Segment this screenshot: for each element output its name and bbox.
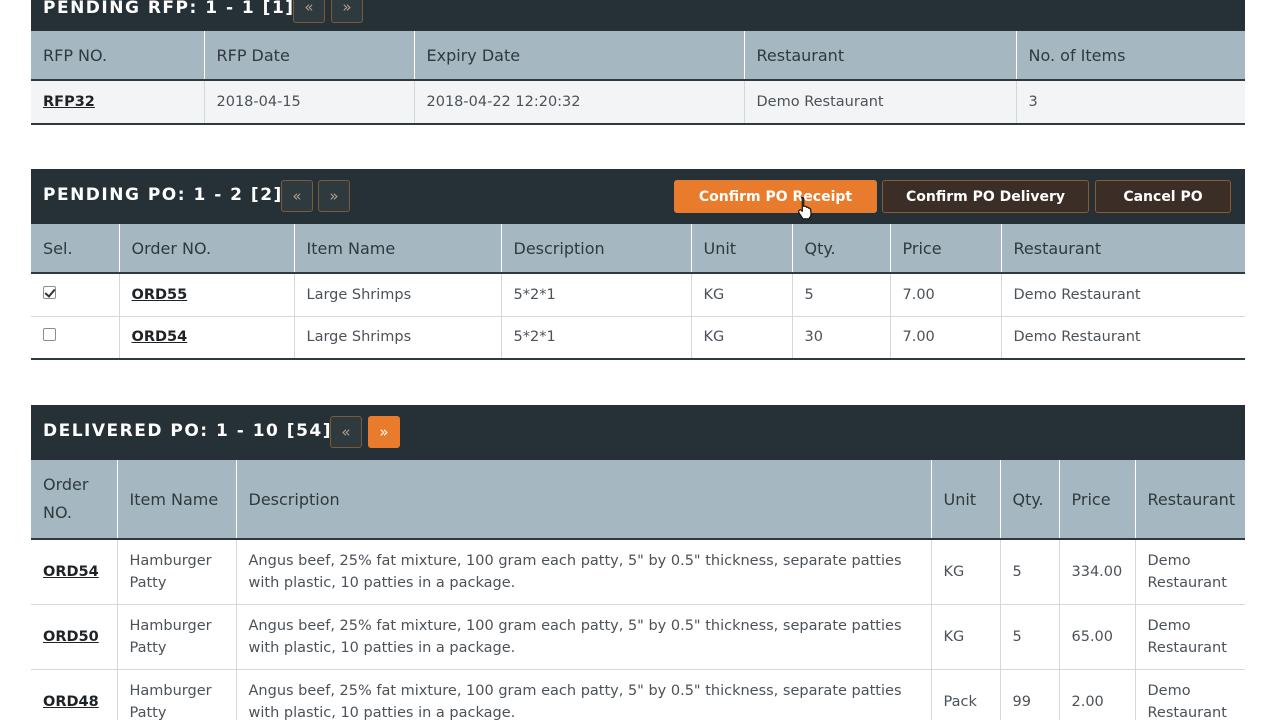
restaurant: Demo Restaurant (1135, 669, 1245, 720)
confirm-po-delivery-button[interactable]: Confirm PO Delivery (882, 180, 1089, 213)
unit: KG (931, 604, 1001, 670)
order-number-link[interactable]: ORD50 (43, 629, 99, 645)
column-header: Restaurant (1135, 460, 1245, 540)
pending-rfp-header: PENDING RFP: 1 - 1 [1] « » (31, 0, 1245, 31)
double-chevron-right-icon: » (329, 187, 339, 205)
quantity: 5 (1000, 539, 1060, 605)
item-name: Large Shrimps (294, 273, 502, 317)
column-header: Expiry Date (414, 31, 745, 81)
delivered-po-prev-button[interactable]: « (330, 416, 362, 448)
table-row: ORD54 Large Shrimps 5*2*1 KG 30 7.00 Dem… (31, 316, 1245, 360)
restaurant: Demo Restaurant (1001, 316, 1245, 360)
pending-po-next-button[interactable]: » (318, 180, 350, 212)
column-header: Qty. (792, 224, 891, 274)
item-name: Hamburger Patty (117, 669, 237, 720)
confirm-po-receipt-button[interactable]: Confirm PO Receipt (674, 180, 877, 213)
item-count: 3 (1016, 80, 1245, 125)
table-row: ORD50 Hamburger Patty Angus beef, 25% fa… (31, 604, 1245, 670)
unit: KG (691, 316, 793, 360)
item-name: Large Shrimps (294, 316, 502, 360)
pending-po-prev-button[interactable]: « (281, 180, 313, 212)
double-chevron-right-icon: » (342, 0, 352, 16)
delivered-po-next-button[interactable]: » (368, 416, 400, 448)
table-row: RFP32 2018-04-15 2018-04-22 12:20:32 Dem… (31, 80, 1245, 125)
description: Angus beef, 25% fat mixture, 100 gram ea… (236, 604, 932, 670)
column-header: Sel. (31, 224, 120, 274)
double-chevron-right-icon: » (379, 423, 389, 441)
pending-rfp-title: PENDING RFP: 1 - 1 [1] (43, 0, 295, 18)
delivered-po-header: DELIVERED PO: 1 - 10 [54] « » (31, 405, 1245, 460)
column-header: RFP NO. (31, 31, 205, 81)
restaurant: Demo Restaurant (1135, 604, 1245, 670)
column-header: No. of Items (1016, 31, 1245, 81)
column-header: Qty. (1000, 460, 1060, 540)
column-header: Restaurant (1001, 224, 1245, 274)
table-row: ORD55 Large Shrimps 5*2*1 KG 5 7.00 Demo… (31, 273, 1245, 317)
quantity: 5 (1000, 604, 1060, 670)
pending-rfp-prev-button[interactable]: « (293, 0, 325, 23)
item-name: Hamburger Patty (117, 604, 237, 670)
delivered-po-panel: DELIVERED PO: 1 - 10 [54] « » Order NO. … (31, 405, 1245, 720)
unit: Pack (931, 669, 1001, 720)
order-number-link[interactable]: ORD54 (132, 329, 188, 345)
description: 5*2*1 (501, 316, 692, 360)
pending-rfp-panel: PENDING RFP: 1 - 1 [1] « » RFP NO. RFP D… (31, 0, 1245, 125)
column-header: Item Name (117, 460, 237, 540)
column-header: Unit (931, 460, 1001, 540)
quantity: 30 (792, 316, 891, 360)
delivered-po-title: DELIVERED PO: 1 - 10 [54] (43, 421, 333, 441)
order-number-link[interactable]: ORD54 (43, 564, 99, 580)
delivered-po-table: Order NO. Item Name Description Unit Qty… (31, 460, 1245, 720)
restaurant: Demo Restaurant (1001, 273, 1245, 317)
item-name: Hamburger Patty (117, 539, 237, 605)
table-row: ORD48 Hamburger Patty Angus beef, 25% fa… (31, 669, 1245, 720)
cancel-po-button[interactable]: Cancel PO (1095, 180, 1231, 213)
pending-po-table: Sel. Order NO. Item Name Description Uni… (31, 224, 1245, 360)
price: 7.00 (890, 316, 1002, 360)
price: 65.00 (1059, 604, 1136, 670)
column-header: Price (1059, 460, 1136, 540)
quantity: 5 (792, 273, 891, 317)
column-header: Order NO. (31, 460, 118, 540)
pending-po-title: PENDING PO: 1 - 2 [2] (43, 185, 283, 205)
price: 334.00 (1059, 539, 1136, 605)
quantity: 99 (1000, 669, 1060, 720)
pending-rfp-table: RFP NO. RFP Date Expiry Date Restaurant … (31, 31, 1245, 125)
order-number-link[interactable]: ORD48 (43, 694, 99, 710)
rfp-date: 2018-04-15 (204, 80, 415, 125)
double-chevron-left-icon: « (292, 187, 302, 205)
column-header: Item Name (294, 224, 502, 274)
unit: KG (931, 539, 1001, 605)
unit: KG (691, 273, 793, 317)
pending-po-header: PENDING PO: 1 - 2 [2] « » Confirm PO Rec… (31, 169, 1245, 224)
column-header: Description (236, 460, 932, 540)
column-header: Unit (691, 224, 793, 274)
column-header: Restaurant (744, 31, 1017, 81)
description: Angus beef, 25% fat mixture, 100 gram ea… (236, 539, 932, 605)
pending-rfp-next-button[interactable]: » (331, 0, 363, 23)
column-header: RFP Date (204, 31, 415, 81)
double-chevron-left-icon: « (304, 0, 314, 16)
restaurant: Demo Restaurant (1135, 539, 1245, 605)
description: 5*2*1 (501, 273, 692, 317)
pending-po-panel: PENDING PO: 1 - 2 [2] « » Confirm PO Rec… (31, 169, 1245, 360)
row-select-checkbox[interactable] (43, 328, 56, 342)
description: Angus beef, 25% fat mixture, 100 gram ea… (236, 669, 932, 720)
column-header: Price (890, 224, 1002, 274)
price: 2.00 (1059, 669, 1136, 720)
order-number-link[interactable]: ORD55 (132, 287, 188, 303)
row-select-checkbox[interactable] (43, 285, 56, 299)
price: 7.00 (890, 273, 1002, 317)
rfp-number-link[interactable]: RFP32 (43, 94, 95, 110)
table-row: ORD54 Hamburger Patty Angus beef, 25% fa… (31, 539, 1245, 605)
column-header: Description (501, 224, 692, 274)
expiry-date: 2018-04-22 12:20:32 (414, 80, 745, 125)
restaurant: Demo Restaurant (744, 80, 1017, 125)
hand-pointer-icon (798, 196, 812, 220)
double-chevron-left-icon: « (341, 423, 351, 441)
column-header: Order NO. (119, 224, 295, 274)
